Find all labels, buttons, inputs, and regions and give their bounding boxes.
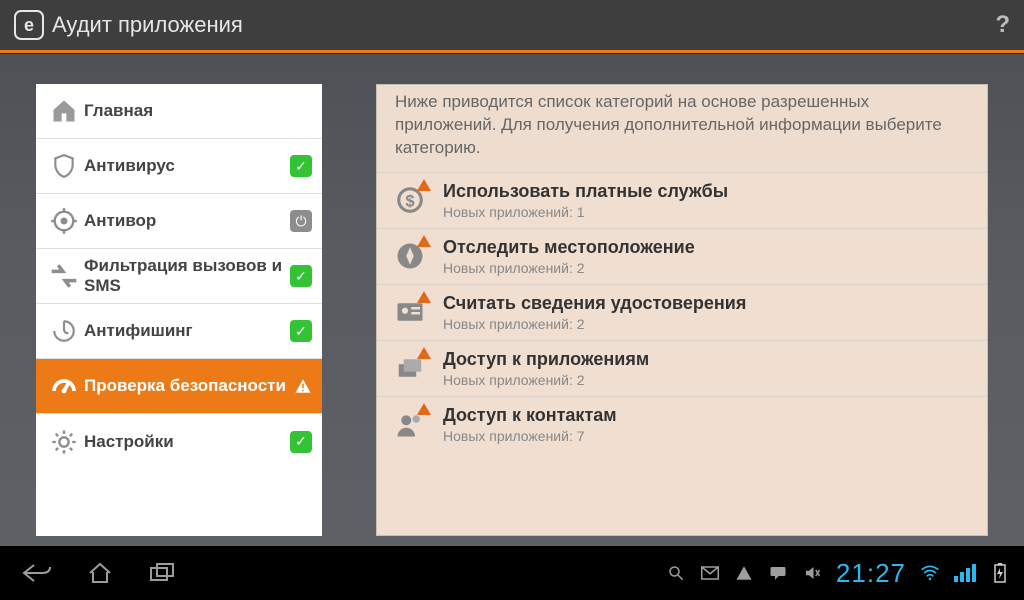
category-location[interactable]: Отследить местоположение Новых приложени…: [377, 228, 987, 284]
category-identity[interactable]: Считать сведения удостоверения Новых при…: [377, 284, 987, 340]
home-icon: [44, 97, 84, 125]
intro-text: Ниже приводится список категорий на осно…: [377, 85, 987, 172]
page-title: Аудит приложения: [52, 12, 995, 38]
warning-marker-icon: [417, 291, 431, 303]
id-card-icon: [393, 295, 427, 329]
sidebar-item-callfilter[interactable]: Фильтрация вызовов и SMS ✓: [36, 249, 322, 304]
sidebar-item-label: Антифишинг: [84, 321, 290, 341]
category-title: Считать сведения удостоверения: [443, 293, 746, 314]
status-ok-icon: ✓: [290, 431, 312, 453]
signal-status-icon: [954, 564, 976, 582]
category-subtitle: Новых приложений: 2: [443, 372, 649, 388]
status-ok-icon: ✓: [290, 265, 312, 287]
warning-marker-icon: [417, 179, 431, 191]
category-contacts[interactable]: Доступ к контактам Новых приложений: 7: [377, 396, 987, 452]
hook-icon: [44, 318, 84, 344]
contacts-icon: [393, 407, 427, 441]
svg-text:$: $: [405, 193, 414, 211]
sidebar-item-label: Антивирус: [84, 156, 290, 176]
sidebar-item-home[interactable]: Главная: [36, 84, 322, 139]
gauge-icon: [44, 371, 84, 401]
status-ok-icon: ✓: [290, 155, 312, 177]
sidebar-item-antiphishing[interactable]: Антифишинг ✓: [36, 304, 322, 359]
cards-icon: [393, 351, 427, 385]
status-power-icon: ⏻: [290, 210, 312, 232]
dollar-icon: $: [393, 183, 427, 217]
gear-icon: [44, 428, 84, 456]
home-nav-button[interactable]: [78, 556, 122, 590]
sidebar-item-settings[interactable]: Настройки ✓: [36, 414, 322, 469]
warning-marker-icon: [417, 235, 431, 247]
sidebar: Главная Антивирус ✓ Антивор ⏻ Фильтрация…: [36, 84, 322, 536]
back-button[interactable]: [14, 556, 58, 590]
wifi-status-icon: [920, 563, 940, 583]
category-title: Отследить местоположение: [443, 237, 695, 258]
category-subtitle: Новых приложений: 1: [443, 204, 728, 220]
title-bar: e Аудит приложения ?: [0, 0, 1024, 50]
category-paid-services[interactable]: $ Использовать платные службы Новых прил…: [377, 172, 987, 228]
sidebar-item-antivirus[interactable]: Антивирус ✓: [36, 139, 322, 194]
category-subtitle: Новых приложений: 7: [443, 428, 617, 444]
category-apps-access[interactable]: Доступ к приложениям Новых приложений: 2: [377, 340, 987, 396]
android-nav-bar: 21:27: [0, 546, 1024, 600]
target-icon: [44, 207, 84, 235]
main-panel: Ниже приводится список категорий на осно…: [376, 84, 988, 536]
warning-marker-icon: [417, 403, 431, 415]
category-title: Доступ к контактам: [443, 405, 617, 426]
compass-icon: [393, 239, 427, 273]
category-title: Доступ к приложениям: [443, 349, 649, 370]
battery-status-icon: [990, 563, 1010, 583]
sidebar-item-label: Настройки: [84, 432, 290, 452]
status-clock: 21:27: [836, 558, 906, 589]
status-ok-icon: ✓: [290, 320, 312, 342]
category-subtitle: Новых приложений: 2: [443, 260, 695, 276]
sidebar-item-security-audit[interactable]: Проверка безопасности: [36, 359, 322, 414]
search-status-icon[interactable]: [666, 563, 686, 583]
status-warning-icon: [294, 377, 312, 395]
mute-status-icon: [802, 563, 822, 583]
category-subtitle: Новых приложений: 2: [443, 316, 746, 332]
category-title: Использовать платные службы: [443, 181, 728, 202]
sidebar-item-label: Фильтрация вызовов и SMS: [84, 256, 290, 295]
sidebar-item-label: Антивор: [84, 211, 290, 231]
warning-marker-icon: [417, 347, 431, 359]
category-list: $ Использовать платные службы Новых прил…: [377, 172, 987, 535]
recents-button[interactable]: [142, 556, 186, 590]
warning-status-icon: [734, 563, 754, 583]
sidebar-item-label: Проверка безопасности: [84, 376, 288, 396]
message-status-icon: [768, 563, 788, 583]
app-logo-icon: e: [14, 10, 44, 40]
sidebar-item-label: Главная: [84, 101, 312, 121]
help-button[interactable]: ?: [995, 11, 1010, 39]
arrows-icon: [44, 262, 84, 290]
content-area: Главная Антивирус ✓ Антивор ⏻ Фильтрация…: [0, 54, 1024, 546]
sidebar-item-antitheft[interactable]: Антивор ⏻: [36, 194, 322, 249]
mail-status-icon: [700, 563, 720, 583]
shield-icon: [44, 153, 84, 179]
